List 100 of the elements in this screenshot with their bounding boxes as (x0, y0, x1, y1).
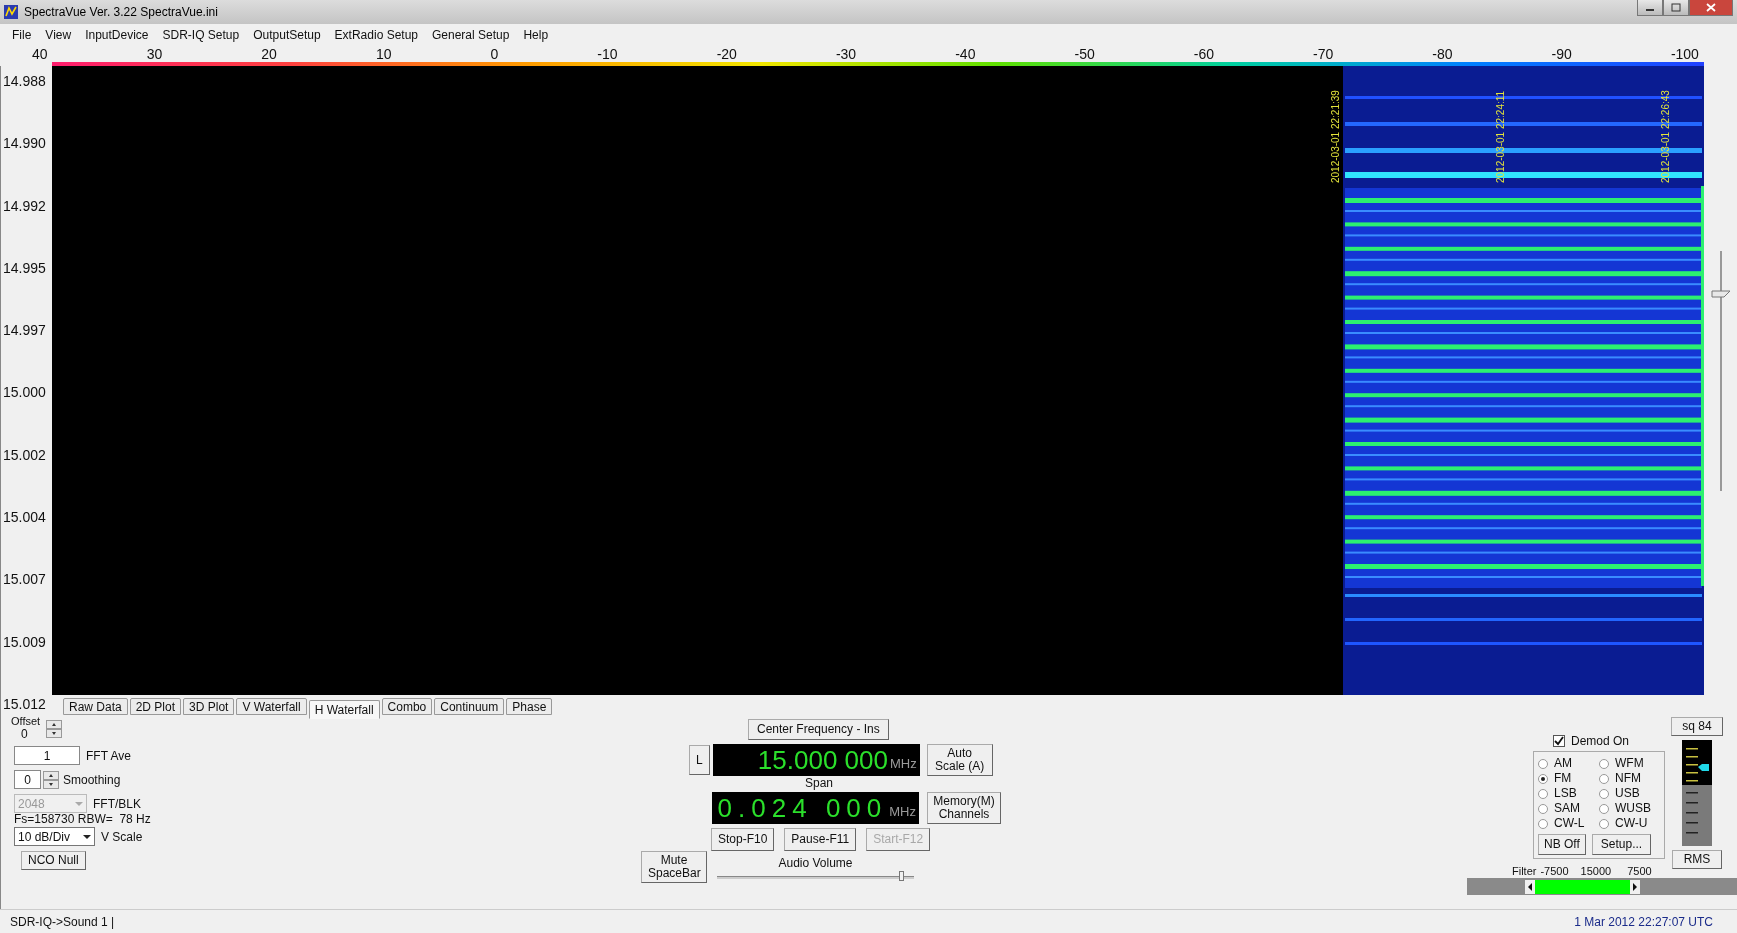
radio-button[interactable] (1538, 803, 1548, 814)
spin-down-button[interactable] (43, 779, 59, 789)
setup-button[interactable]: Setup... (1591, 834, 1652, 855)
scale-label: 40 (32, 46, 48, 62)
window-title: SpectraVue Ver. 3.22 SpectraVue.ini (24, 5, 219, 19)
minimize-button[interactable] (1637, 0, 1663, 16)
radio-button[interactable] (1538, 818, 1548, 829)
smoothing-field[interactable]: 0 (14, 770, 41, 789)
memory-channels-button[interactable]: Memory(M) Channels (927, 792, 1001, 824)
transport-button[interactable]: Stop-F10 (711, 828, 775, 851)
menu-item[interactable]: SDR-IQ Setup (156, 28, 246, 42)
tab[interactable]: 3D Plot (183, 698, 235, 715)
filter-label: Filter (1512, 865, 1537, 877)
menu-item[interactable]: View (39, 28, 78, 42)
slider-drawing[interactable] (1709, 251, 1732, 491)
demod-label: Demod On (1571, 734, 1630, 748)
frequency-label: 15.000 (3, 384, 47, 401)
fft-ave-field[interactable]: 1 (14, 746, 80, 765)
lock-button[interactable]: L (689, 745, 710, 775)
filter-slider[interactable] (1467, 878, 1737, 895)
scale-label: 20 (261, 46, 277, 62)
down-arrow-icon (49, 782, 53, 786)
mode-label: LSB (1554, 786, 1577, 801)
scale-label: -70 (1313, 46, 1334, 62)
mode-label: AM (1554, 756, 1572, 771)
menu-item[interactable]: ExtRadio Setup (328, 28, 424, 42)
spin-down-button[interactable] (46, 728, 63, 738)
v-scale-dropdown[interactable]: 10 dB/Div (14, 827, 95, 846)
frequency-label: 14.990 (3, 135, 47, 152)
fft-blk-label: FFT/BLK (93, 796, 141, 811)
sample-rate-info: Fs=158730 RBW= 78 Hz (13, 812, 152, 826)
scale-label: -90 (1551, 46, 1572, 62)
right-arrow-icon[interactable] (1630, 879, 1641, 894)
spin-up-button[interactable] (43, 770, 59, 780)
down-arrow-icon (52, 731, 57, 735)
radio-button[interactable] (1599, 758, 1609, 769)
menu-item[interactable]: OutputSetup (247, 28, 327, 42)
frequency-label: 14.997 (3, 322, 47, 339)
offset-label: Offset (11, 716, 41, 727)
status-text: SDR-IQ->Sound 1 | (10, 914, 115, 929)
status-datetime: 1 Mar 2012 22:27:07 UTC (1574, 914, 1713, 929)
maximize-button[interactable] (1663, 0, 1689, 16)
frequency-label: 15.007 (3, 571, 47, 588)
tab[interactable]: Continuum (434, 698, 505, 715)
scale-label: -50 (1074, 46, 1095, 62)
squelch-meter[interactable] (1682, 740, 1712, 846)
tab[interactable]: V Waterfall (236, 698, 307, 715)
nco-null-button[interactable]: NCO Null (21, 851, 86, 870)
slider-thumb[interactable] (899, 870, 905, 881)
close-button[interactable] (1689, 0, 1733, 16)
menu-item[interactable]: File (6, 28, 38, 42)
rms-button[interactable]: RMS (1672, 850, 1722, 869)
span-label: Span (805, 776, 834, 790)
spin-up-button[interactable] (46, 719, 63, 729)
close-icon (1706, 3, 1716, 12)
frequency-label: 15.012 (3, 695, 47, 712)
menu-item[interactable]: General Setup (426, 28, 516, 42)
app-icon (4, 5, 18, 19)
radio-button[interactable] (1599, 788, 1609, 799)
tab[interactable]: Raw Data (63, 698, 128, 715)
center-frequency-button[interactable]: Center Frequency - Ins (748, 719, 889, 740)
left-arrow-icon[interactable] (1525, 879, 1535, 894)
menu-item[interactable]: InputDevice (79, 28, 155, 42)
radio-button[interactable] (1538, 758, 1548, 769)
scale-label: 30 (146, 46, 163, 62)
radio-button[interactable] (1599, 803, 1609, 814)
span-display: 0.024 000 MHz (712, 792, 919, 824)
tab[interactable]: Combo (381, 698, 433, 715)
tab[interactable]: H Waterfall (308, 700, 380, 719)
frequency-label: 15.009 (3, 633, 47, 650)
frequency-label: 15.004 (3, 509, 47, 526)
radio-button[interactable] (1538, 788, 1548, 799)
smoothing-label: Smoothing (63, 772, 121, 787)
tab[interactable]: Phase (506, 698, 553, 715)
nb-off-button[interactable]: NB Off (1538, 834, 1586, 855)
scale-label: -80 (1432, 46, 1453, 62)
radio-button[interactable] (1538, 773, 1548, 784)
mode-label: WFM (1615, 756, 1644, 771)
squelch-button[interactable]: sq 84 (1671, 717, 1723, 736)
v-scale-label: V Scale (101, 829, 143, 844)
transport-button[interactable]: Pause-F11 (784, 828, 857, 851)
scale-label: 10 (375, 46, 392, 62)
maximize-icon (1671, 3, 1681, 12)
auto-scale-button[interactable]: Auto Scale (A) (926, 744, 993, 776)
timestamp-label: 2012-03-01 22:24:11 (1495, 89, 1507, 183)
radio-button[interactable] (1599, 818, 1609, 829)
radio-button[interactable] (1599, 773, 1609, 784)
mute-button[interactable]: Mute SpaceBar (641, 851, 707, 883)
audio-volume-label: Audio Volume (778, 855, 853, 870)
menu-item[interactable]: Help (517, 28, 555, 42)
demod-checkbox[interactable] (1553, 735, 1565, 747)
up-arrow-icon (49, 773, 53, 777)
timestamp-label: 2012-03-01 22:21:39 (1330, 89, 1342, 183)
filter-low-value: -7500 (1540, 865, 1569, 877)
tab[interactable]: 2D Plot (129, 698, 182, 715)
offset-value: 0 (20, 727, 29, 741)
timestamp-label: 2012-03-01 22:26:43 (1660, 89, 1672, 183)
frequency-label: 14.995 (3, 259, 47, 276)
mode-label: SAM (1554, 801, 1580, 816)
mode-label: CW-L (1554, 816, 1585, 831)
